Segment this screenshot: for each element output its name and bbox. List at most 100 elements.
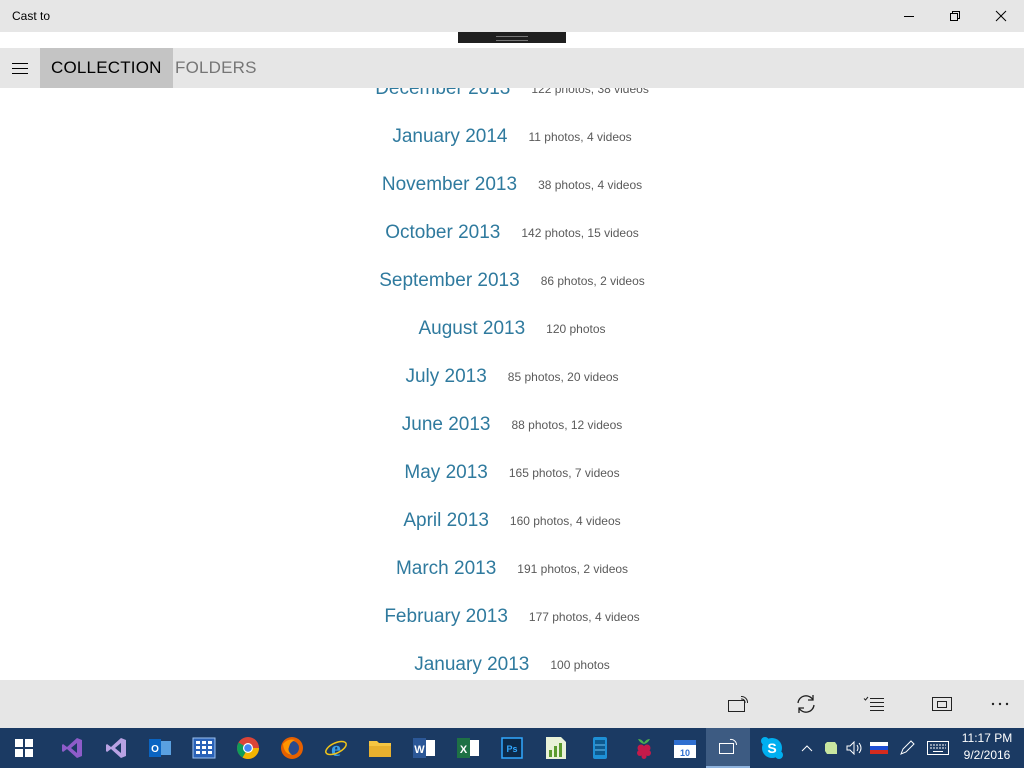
taskbar-app-photoshop[interactable]: Ps xyxy=(490,728,534,768)
calculator-icon xyxy=(192,737,216,759)
taskbar-app-excel[interactable]: X xyxy=(446,728,490,768)
outlook-icon: O xyxy=(149,739,171,757)
month-list[interactable]: December 2013 122 photos, 38 videos Janu… xyxy=(0,48,1024,680)
firefox-icon xyxy=(281,737,303,759)
svg-text:e: e xyxy=(331,736,341,760)
taskbar-app-calculator[interactable] xyxy=(182,728,226,768)
taskbar-app-firefox[interactable] xyxy=(270,728,314,768)
list-item[interactable]: September 2013 86 photos, 2 videos xyxy=(0,266,1024,296)
word-icon: W xyxy=(413,738,435,758)
phone-app-icon xyxy=(593,737,607,759)
item-count: 165 photos, 7 videos xyxy=(508,466,620,480)
taskbar-app-visual-studio-2[interactable] xyxy=(94,728,138,768)
system-clock[interactable]: 11:17 PM 9/2/2016 xyxy=(952,730,1022,766)
item-count: 86 photos, 2 videos xyxy=(540,274,645,288)
tab-folders[interactable]: FOLDERS xyxy=(164,48,268,88)
taskbar-app-outlook[interactable]: O xyxy=(138,728,182,768)
month-label: February 2013 xyxy=(384,606,508,627)
taskbar-app-raspberry-pi[interactable] xyxy=(622,728,666,768)
taskbar-app-cast-to[interactable] xyxy=(706,728,750,768)
cast-icon xyxy=(719,738,738,754)
pen-icon xyxy=(900,740,915,755)
photoshop-icon: Ps xyxy=(501,737,523,759)
internet-explorer-icon: e xyxy=(325,736,347,760)
cast-drag-handle[interactable] xyxy=(458,32,566,43)
month-label: January 2014 xyxy=(392,126,508,147)
chrome-icon xyxy=(237,737,259,759)
tab-collection[interactable]: COLLECTION xyxy=(40,48,173,88)
raspberry-icon xyxy=(637,739,651,759)
month-label: April 2013 xyxy=(403,510,489,531)
tray-volume[interactable] xyxy=(843,728,867,768)
folder-icon xyxy=(369,741,391,757)
show-hidden-icons-button[interactable] xyxy=(795,728,819,768)
month-label: November 2013 xyxy=(381,174,518,195)
item-count: 191 photos, 2 videos xyxy=(517,562,629,576)
visual-studio-icon xyxy=(106,738,126,758)
refresh-button[interactable] xyxy=(786,680,826,728)
clock-time: 11:17 PM xyxy=(961,731,1013,745)
refresh-icon xyxy=(797,695,815,713)
month-label: August 2013 xyxy=(418,318,526,339)
item-count: 11 photos, 4 videos xyxy=(528,130,632,144)
list-item[interactable]: May 2013 165 photos, 7 videos xyxy=(0,458,1024,488)
tray-evernote[interactable] xyxy=(819,728,843,768)
month-label: January 2013 xyxy=(414,654,530,675)
hamburger-menu-button[interactable] xyxy=(0,48,40,88)
svg-text:S: S xyxy=(767,740,776,756)
cast-button[interactable] xyxy=(718,680,758,728)
list-item[interactable]: April 2013 160 photos, 4 videos xyxy=(0,506,1024,536)
list-item[interactable]: January 2014 11 photos, 4 videos xyxy=(0,122,1024,152)
restore-button[interactable] xyxy=(932,0,978,32)
taskbar-app-file-explorer[interactable] xyxy=(358,728,402,768)
window-title: Cast to xyxy=(12,9,51,23)
item-count: 88 photos, 12 videos xyxy=(511,418,623,432)
tray-language[interactable] xyxy=(867,728,891,768)
list-item[interactable]: March 2013 191 photos, 2 videos xyxy=(0,554,1024,584)
slideshow-button[interactable] xyxy=(922,680,962,728)
month-label: July 2013 xyxy=(405,366,487,387)
hamburger-icon xyxy=(12,63,28,74)
clock-date: 9/2/2016 xyxy=(963,748,1011,762)
minimize-button[interactable] xyxy=(886,0,932,32)
month-label: June 2013 xyxy=(401,414,491,435)
command-bar xyxy=(0,680,1024,728)
list-item[interactable]: February 2013 177 photos, 4 videos xyxy=(0,602,1024,632)
svg-text:X: X xyxy=(460,744,468,756)
skype-icon: S xyxy=(761,737,783,759)
list-item[interactable]: October 2013 142 photos, 15 videos xyxy=(0,218,1024,248)
more-options-button[interactable] xyxy=(980,680,1020,728)
taskbar-app-chart[interactable] xyxy=(534,728,578,768)
taskbar: O e W X Ps 10 S 11:17 PM 9/2/2016 xyxy=(0,728,1024,768)
russian-flag-icon xyxy=(870,742,888,754)
taskbar-app-visual-studio[interactable] xyxy=(50,728,94,768)
taskbar-app-word[interactable]: W xyxy=(402,728,446,768)
keyboard-icon xyxy=(927,741,949,755)
checklist-icon xyxy=(863,696,884,711)
month-label: May 2013 xyxy=(404,462,488,483)
start-button[interactable] xyxy=(2,728,46,768)
nav-bar: COLLECTION FOLDERS xyxy=(0,48,1024,88)
taskbar-app-calendar[interactable]: 10 xyxy=(663,728,707,768)
month-label: September 2013 xyxy=(379,270,520,291)
list-item[interactable]: January 2013 100 photos xyxy=(0,650,1024,680)
volume-icon xyxy=(846,741,862,755)
calendar-app-icon: 10 xyxy=(674,740,696,758)
list-item[interactable]: June 2013 88 photos, 12 videos xyxy=(0,410,1024,440)
tray-pen-workspace[interactable] xyxy=(895,728,919,768)
minimize-icon xyxy=(904,16,914,17)
taskbar-app-phone[interactable] xyxy=(578,728,622,768)
close-button[interactable] xyxy=(978,0,1024,32)
windows-logo-icon xyxy=(15,739,33,757)
list-item[interactable]: November 2013 38 photos, 4 videos xyxy=(0,170,1024,200)
taskbar-app-skype[interactable]: S xyxy=(750,728,794,768)
taskbar-app-internet-explorer[interactable]: e xyxy=(314,728,358,768)
item-count: 177 photos, 4 videos xyxy=(528,610,640,624)
item-count: 160 photos, 4 videos xyxy=(509,514,621,528)
month-label: March 2013 xyxy=(395,558,497,579)
list-item[interactable]: July 2013 85 photos, 20 videos xyxy=(0,362,1024,392)
tray-touch-keyboard[interactable] xyxy=(926,728,950,768)
list-item[interactable]: August 2013 120 photos xyxy=(0,314,1024,344)
select-button[interactable] xyxy=(854,680,894,728)
taskbar-app-chrome[interactable] xyxy=(226,728,270,768)
